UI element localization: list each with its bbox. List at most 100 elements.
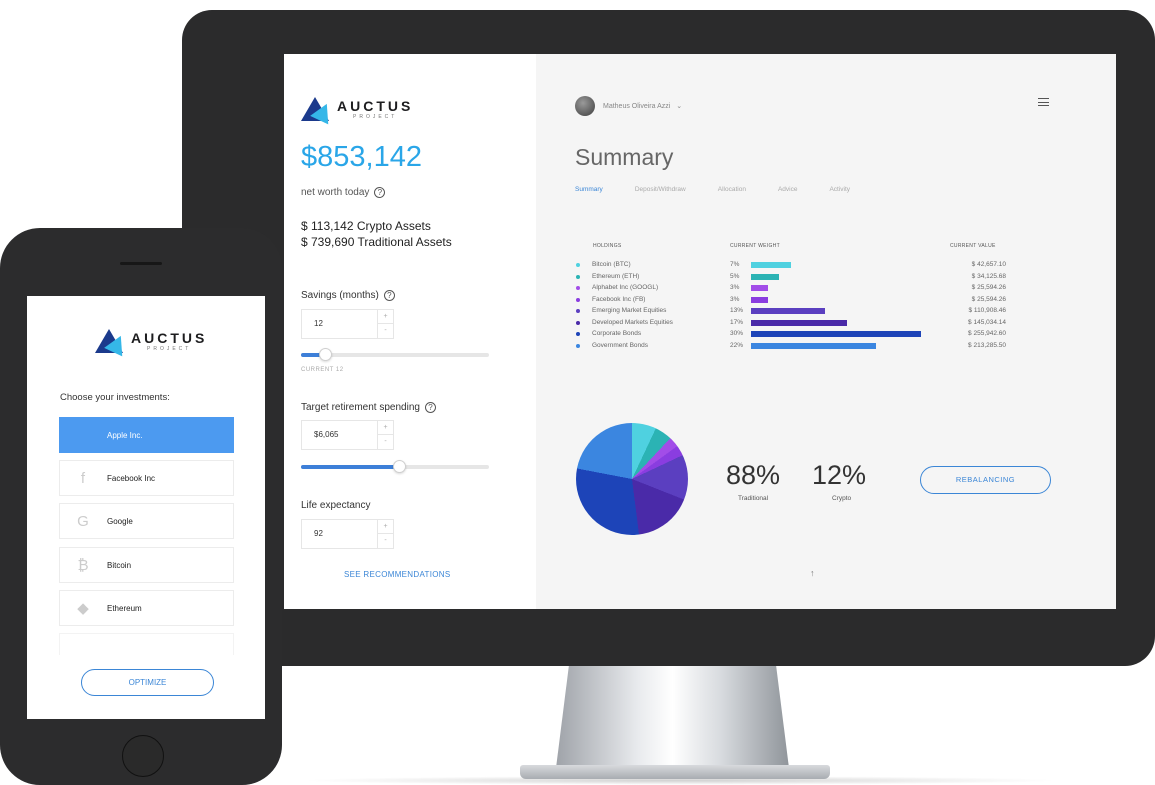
monitor-stand — [555, 664, 790, 776]
allocation-pie-chart — [576, 423, 688, 535]
tab-allocation[interactable]: Allocation — [718, 186, 746, 193]
savings-slider[interactable] — [301, 348, 489, 361]
holding-row: Bitcoin (BTC) 7% $ 42,657.10 — [536, 260, 1116, 270]
holding-weight: 17% — [730, 318, 744, 326]
holding-value: $ 42,657.10 — [971, 261, 1006, 268]
increment-icon[interactable]: + — [378, 310, 393, 324]
savings-label-text: Savings (months) — [301, 290, 379, 301]
holding-value: $ 25,594.26 — [971, 295, 1006, 303]
life-expectancy-label: Life expectancy — [301, 500, 371, 511]
optimize-button[interactable]: OPTIMIZE — [81, 669, 214, 696]
holding-name: Developed Markets Equities — [592, 318, 673, 326]
investment-label: Apple Inc. — [107, 431, 143, 440]
settings-panel: AUCTUS PROJECT $853,142 net worth today … — [284, 54, 536, 609]
hamburger-menu-icon[interactable] — [1038, 98, 1049, 106]
holding-row: Corporate Bonds 30% $ 255,942.60 — [536, 329, 1116, 339]
investment-partial[interactable] — [59, 633, 234, 655]
increment-icon[interactable]: + — [378, 520, 393, 534]
life-expectancy-value[interactable]: 92 — [314, 529, 323, 538]
logo-wordmark: AUCTUS — [337, 97, 414, 114]
investment-facebook[interactable]: f Facebook Inc — [59, 460, 234, 496]
investment-bitcoin[interactable]: ₿ Bitcoin — [59, 547, 234, 583]
life-expectancy-label-text: Life expectancy — [301, 500, 371, 511]
holding-name: Ethereum (ETH) — [592, 272, 640, 280]
holding-name: Bitcoin (BTC) — [592, 261, 631, 268]
phone-screen: AUCTUS PROJECT Choose your investments: … — [27, 296, 265, 719]
retirement-slider-fill — [301, 465, 399, 469]
holding-value: $ 110,908.46 — [968, 307, 1006, 314]
holding-color-dot — [576, 343, 580, 348]
investment-label: Google — [107, 517, 133, 526]
tab-summary[interactable]: Summary — [575, 186, 603, 193]
traditional-assets: $ 739,690 Traditional Assets — [301, 235, 452, 249]
holding-weight-bar — [751, 319, 848, 326]
scroll-top-icon[interactable]: ↑ — [810, 568, 815, 578]
auctus-logo: AUCTUS PROJECT — [95, 329, 207, 357]
net-worth-label-text: net worth today — [301, 187, 370, 198]
choose-investments-label: Choose your investments: — [60, 392, 170, 403]
net-worth-value: $853,142 — [301, 141, 422, 173]
home-button[interactable] — [122, 735, 164, 777]
user-menu[interactable]: Matheus Oliveira Azzi ⌄ — [603, 102, 682, 110]
holding-weight: 7% — [730, 261, 740, 268]
tab-deposit-withdraw[interactable]: Deposit/Withdraw — [635, 186, 686, 193]
savings-slider-thumb[interactable] — [319, 348, 333, 361]
investment-label: Ethereum — [107, 604, 142, 613]
logo-subtitle: PROJECT — [147, 345, 192, 352]
holding-color-dot — [576, 309, 580, 313]
value-header: CURRENT VALUE — [950, 243, 996, 249]
logo-subtitle: PROJECT — [353, 113, 398, 120]
help-icon[interactable]: ? — [374, 187, 386, 198]
holding-row: Alphabet Inc (GOOGL) 3% $ 25,594.26 — [536, 283, 1116, 293]
holding-color-dot — [576, 297, 580, 302]
retirement-slider[interactable] — [301, 460, 489, 473]
holding-color-dot — [576, 332, 580, 336]
holding-value: $ 25,594.26 — [971, 284, 1006, 291]
holding-name: Facebook Inc (FB) — [592, 295, 646, 303]
investment-google[interactable]: G Google — [59, 503, 234, 539]
investment-ethereum[interactable]: ◆ Ethereum — [59, 590, 234, 626]
retirement-label-text: Target retirement spending — [301, 402, 420, 413]
tab-advice[interactable]: Advice — [778, 186, 798, 193]
holding-row: Ethereum (ETH) 5% $ 34,125.68 — [536, 272, 1116, 282]
savings-label: Savings (months) ? — [301, 290, 395, 301]
increment-icon[interactable]: + — [378, 421, 393, 435]
avatar[interactable] — [575, 96, 595, 116]
google-icon: G — [77, 513, 89, 530]
see-recommendations-link[interactable]: SEE RECOMMENDATIONS — [344, 570, 450, 579]
holding-weight: 3% — [730, 295, 740, 303]
decrement-icon[interactable]: - — [378, 435, 393, 449]
decrement-icon[interactable]: - — [378, 534, 393, 548]
rebalancing-button[interactable]: REBALANCING — [920, 466, 1051, 494]
holding-weight: 3% — [730, 284, 740, 291]
holding-color-dot — [576, 263, 580, 267]
decrement-icon[interactable]: - — [378, 324, 393, 338]
life-expectancy-stepper[interactable]: 92 + - — [301, 519, 394, 549]
holding-value: $ 255,942.60 — [968, 330, 1006, 337]
crypto-label: Crypto — [832, 495, 852, 502]
holding-weight-bar — [751, 342, 876, 349]
desktop-screen: AUCTUS PROJECT $853,142 net worth today … — [284, 54, 1116, 609]
help-icon[interactable]: ? — [424, 402, 436, 413]
retirement-value[interactable]: $6,065 — [314, 430, 338, 439]
facebook-icon: f — [80, 470, 86, 487]
tabs: Summary Deposit/Withdraw Allocation Advi… — [575, 186, 882, 193]
holding-weight-bar — [751, 285, 768, 291]
holding-weight-bar — [751, 331, 921, 337]
retirement-slider-thumb[interactable] — [392, 460, 406, 473]
phone-device: AUCTUS PROJECT Choose your investments: … — [0, 228, 282, 785]
holding-name: Government Bonds — [592, 341, 649, 349]
weight-header: CURRENT WEIGHT — [730, 243, 780, 249]
holding-weight-bar — [751, 308, 825, 314]
investment-apple[interactable]: Apple Inc. — [59, 417, 234, 453]
help-icon[interactable]: ? — [383, 290, 395, 301]
summary-panel: Matheus Oliveira Azzi ⌄ Summary Summary … — [536, 54, 1116, 609]
tab-activity[interactable]: Activity — [829, 186, 850, 193]
phone-speaker — [120, 262, 162, 265]
savings-stepper[interactable]: 12 + - — [301, 309, 394, 339]
auctus-logo-icon — [301, 97, 336, 125]
savings-value[interactable]: 12 — [314, 319, 323, 328]
retirement-stepper[interactable]: $6,065 + - — [301, 420, 394, 450]
page-title: Summary — [575, 144, 674, 170]
monitor-base — [520, 765, 830, 779]
